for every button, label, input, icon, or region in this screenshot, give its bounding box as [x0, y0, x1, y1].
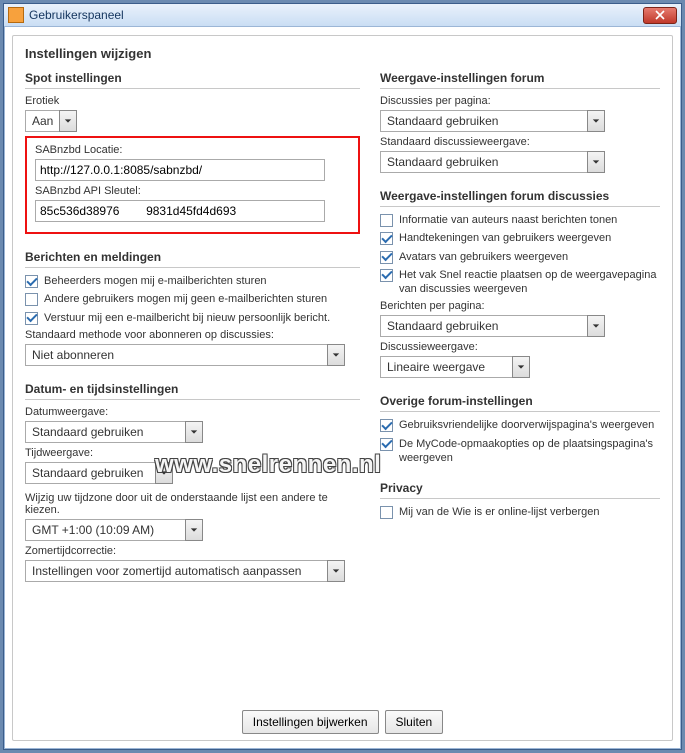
forum-per-page-value: Standaard gebruiken [380, 110, 587, 132]
sab-loc-input[interactable] [35, 159, 325, 181]
chk-hide-online[interactable]: Mij van de Wie is er online-lijst verber… [380, 505, 660, 519]
chk-admin-email[interactable]: Beheerders mogen mij e-mailberichten stu… [25, 274, 360, 288]
tz-value: GMT +1:00 (10:09 AM) [25, 519, 185, 541]
chk-friendly-redirect[interactable]: Gebruiksvriendelijke doorverwijspagina's… [380, 418, 660, 432]
content-area: Instellingen wijzigen www.snelrennen.nl … [4, 27, 681, 749]
section-disc-heading: Weergave-instellingen forum discussies [380, 189, 660, 207]
erotiek-label: Erotiek [25, 95, 360, 107]
chevron-down-icon [59, 110, 77, 132]
date-value: Standaard gebruiken [25, 421, 185, 443]
sab-key-label: SABnzbd API Sleutel: [35, 185, 350, 197]
close-icon [655, 10, 665, 20]
chevron-down-icon [185, 519, 203, 541]
time-label: Tijdweergave: [25, 447, 360, 459]
section-other-heading: Overige forum-instellingen [380, 394, 660, 412]
checkbox-icon [25, 275, 38, 288]
dst-label: Zomertijdcorrectie: [25, 545, 360, 557]
sub-method-value: Niet abonneren [25, 344, 327, 366]
panel-title: Instellingen wijzigen [25, 46, 660, 61]
checkbox-icon [380, 251, 393, 264]
columns: www.snelrennen.nl Spot instellingen Erot… [25, 71, 660, 702]
chk-signatures[interactable]: Handtekeningen van gebruikers weergeven [380, 231, 660, 245]
disc-per-page-value: Standaard gebruiken [380, 315, 587, 337]
tz-select[interactable]: GMT +1:00 (10:09 AM) [25, 519, 203, 541]
chk-mycode[interactable]: De MyCode-opmaakopties op de plaatsingsp… [380, 437, 660, 466]
close-button[interactable]: Sluiten [385, 710, 444, 734]
chk-quick-reply[interactable]: Het vak Snel reactie plaatsen op de weer… [380, 268, 660, 297]
erotiek-value: Aan [25, 110, 59, 132]
checkbox-icon [380, 506, 393, 519]
titlebar: Gebruikerspaneel [4, 4, 681, 27]
footer-buttons: Instellingen bijwerken Sluiten [25, 702, 660, 734]
section-privacy-heading: Privacy [380, 481, 660, 499]
checkbox-icon [380, 438, 393, 451]
forum-view-label: Standaard discussieweergave: [380, 136, 660, 148]
sab-loc-label: SABnzbd Locatie: [35, 144, 350, 156]
disc-view-select[interactable]: Lineaire weergave [380, 356, 530, 378]
chevron-down-icon [327, 344, 345, 366]
disc-view-value: Lineaire weergave [380, 356, 512, 378]
window-close-button[interactable] [643, 7, 677, 24]
checkbox-icon [380, 419, 393, 432]
right-column: Weergave-instellingen forum Discussies p… [380, 71, 660, 702]
chk-author-info[interactable]: Informatie van auteurs naast berichten t… [380, 213, 660, 227]
time-value: Standaard gebruiken [25, 462, 155, 484]
settings-panel: Instellingen wijzigen www.snelrennen.nl … [12, 35, 673, 741]
window-frame: Gebruikerspaneel Instellingen wijzigen w… [3, 3, 682, 750]
forum-per-page-label: Discussies per pagina: [380, 95, 660, 107]
window-title: Gebruikerspaneel [29, 8, 643, 22]
chevron-down-icon [155, 462, 173, 484]
erotiek-select[interactable]: Aan [25, 110, 77, 132]
sab-key-input[interactable] [35, 200, 325, 222]
chevron-down-icon [587, 315, 605, 337]
chevron-down-icon [185, 421, 203, 443]
sabnzbd-highlight-box: SABnzbd Locatie: SABnzbd API Sleutel: [25, 136, 360, 234]
chk-others-email[interactable]: Andere gebruikers mogen mij geen e-mailb… [25, 292, 360, 306]
disc-per-page-select[interactable]: Standaard gebruiken [380, 315, 605, 337]
tz-hint: Wijzig uw tijdzone door uit de onderstaa… [25, 492, 360, 516]
left-column: Spot instellingen Erotiek Aan SABnzbd Lo… [25, 71, 360, 702]
disc-view-label: Discussieweergave: [380, 341, 660, 353]
chk-avatars[interactable]: Avatars van gebruikers weergeven [380, 250, 660, 264]
date-select[interactable]: Standaard gebruiken [25, 421, 203, 443]
section-msgs-heading: Berichten en meldingen [25, 250, 360, 268]
disc-per-page-label: Berichten per pagina: [380, 300, 660, 312]
chevron-down-icon [512, 356, 530, 378]
update-button[interactable]: Instellingen bijwerken [242, 710, 379, 734]
dst-value: Instellingen voor zomertijd automatisch … [25, 560, 327, 582]
checkbox-icon [380, 269, 393, 282]
app-icon [8, 7, 24, 23]
section-spot-heading: Spot instellingen [25, 71, 360, 89]
sub-method-label: Standaard methode voor abonneren op disc… [25, 329, 360, 341]
time-select[interactable]: Standaard gebruiken [25, 462, 173, 484]
chevron-down-icon [587, 151, 605, 173]
chk-pm-email[interactable]: Verstuur mij een e-mailbericht bij nieuw… [25, 311, 360, 325]
checkbox-icon [380, 214, 393, 227]
forum-view-select[interactable]: Standaard gebruiken [380, 151, 605, 173]
checkbox-icon [25, 293, 38, 306]
checkbox-icon [25, 312, 38, 325]
section-dt-heading: Datum- en tijdsinstellingen [25, 382, 360, 400]
section-forum-heading: Weergave-instellingen forum [380, 71, 660, 89]
dst-select[interactable]: Instellingen voor zomertijd automatisch … [25, 560, 345, 582]
sub-method-select[interactable]: Niet abonneren [25, 344, 345, 366]
checkbox-icon [380, 232, 393, 245]
date-label: Datumweergave: [25, 406, 360, 418]
chevron-down-icon [587, 110, 605, 132]
chevron-down-icon [327, 560, 345, 582]
forum-view-value: Standaard gebruiken [380, 151, 587, 173]
forum-per-page-select[interactable]: Standaard gebruiken [380, 110, 605, 132]
